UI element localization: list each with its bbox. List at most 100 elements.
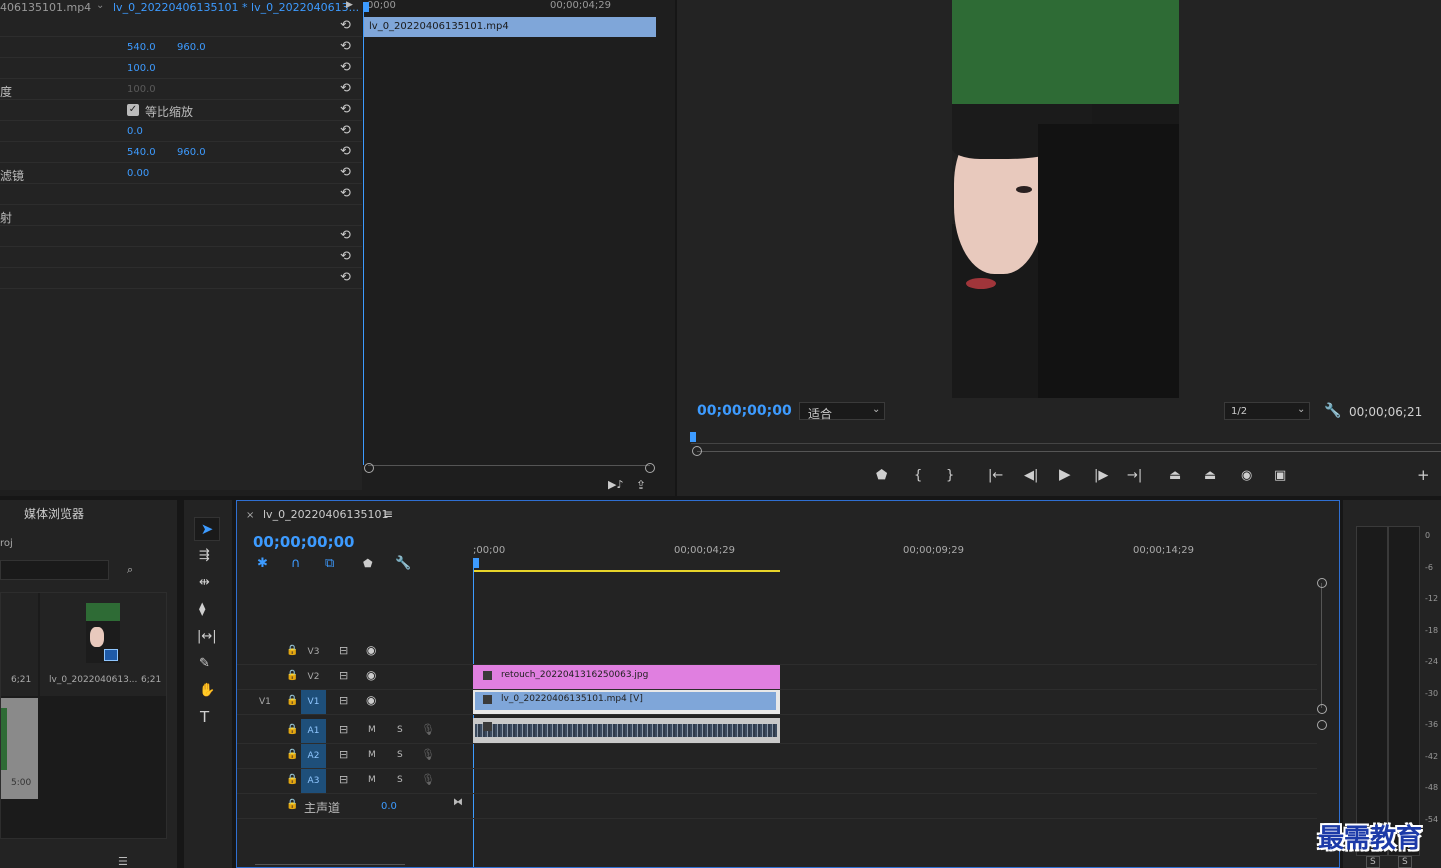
search-input[interactable] xyxy=(0,560,109,580)
media-item[interactable]: 5:00 xyxy=(1,698,38,799)
work-area-bar[interactable] xyxy=(473,570,780,572)
reset-icon[interactable]: ⟲ xyxy=(340,102,351,117)
track-select-tool-icon[interactable]: ⇶ xyxy=(199,549,210,562)
eye-icon[interactable]: ◉ xyxy=(366,668,376,682)
reset-icon[interactable]: ⟲ xyxy=(340,81,351,96)
selection-tool-icon[interactable]: ➤ xyxy=(194,517,220,541)
sync-lock-icon[interactable]: ⊟ xyxy=(339,694,348,707)
lock-icon[interactable]: 🔒 xyxy=(286,645,298,656)
timeline-ruler[interactable]: ;00;00 00;00;04;29 00;00;09;29 00;00;14;… xyxy=(473,545,1317,573)
property-value[interactable]: 100.0 xyxy=(127,63,156,74)
lock-icon[interactable]: 🔒 xyxy=(286,670,298,681)
program-zoom-bar[interactable] xyxy=(697,451,1441,452)
property-value[interactable]: 0.0 xyxy=(127,126,143,137)
effect-clip-bar[interactable]: lv_0_20220406135101.mp4 xyxy=(364,17,656,37)
lock-icon[interactable]: 🔒 xyxy=(286,749,298,760)
play-only-clip-icon[interactable]: ▶ xyxy=(346,0,353,10)
wrench-icon[interactable]: 🔧 xyxy=(1324,403,1341,419)
tab-media-browser[interactable]: 媒体浏览器 xyxy=(24,505,84,522)
sync-lock-icon[interactable]: ⊟ xyxy=(339,669,348,682)
eye-icon[interactable]: ◉ xyxy=(366,643,376,657)
add-button-icon[interactable]: + xyxy=(1417,468,1430,483)
lock-icon[interactable]: 🔒 xyxy=(286,724,298,735)
timeline-hscroll[interactable] xyxy=(255,864,405,865)
track-name[interactable]: V3 xyxy=(301,640,326,664)
lift-icon[interactable]: ⏏ xyxy=(1169,469,1181,482)
tab-sequence-clip[interactable]: lv_0_20220406135101 * lv_0_2022040613... xyxy=(113,1,359,14)
snap-icon[interactable]: ∩ xyxy=(291,556,301,571)
add-marker-icon[interactable]: ⬟ xyxy=(876,469,887,482)
program-playhead[interactable] xyxy=(690,432,696,442)
reset-icon[interactable]: ⟲ xyxy=(340,270,351,285)
mark-in-icon[interactable]: { xyxy=(914,469,922,482)
vscroll-handle-top[interactable] xyxy=(1317,720,1327,730)
reset-icon[interactable]: ⟲ xyxy=(340,39,351,54)
clip-v2-image[interactable]: retouch_2022041316250063.jpg xyxy=(473,665,780,689)
uniform-scale-checkbox[interactable]: ✓ xyxy=(127,104,139,116)
nest-icon[interactable]: ✱ xyxy=(257,556,268,571)
timeline-timecode[interactable]: 00;00;00;00 xyxy=(253,533,355,551)
pen-tool-icon[interactable]: ✎ xyxy=(199,657,210,670)
reset-icon[interactable]: ⟲ xyxy=(340,249,351,264)
settings-wrench-icon[interactable]: 🔧 xyxy=(395,556,411,571)
master-volume[interactable]: 0.0 xyxy=(381,801,397,812)
mute-button[interactable]: M xyxy=(368,750,376,760)
reset-icon[interactable]: ⟲ xyxy=(340,186,351,201)
close-icon[interactable]: × xyxy=(246,510,254,521)
reset-icon[interactable]: ⟲ xyxy=(340,144,351,159)
solo-button[interactable]: S xyxy=(397,775,403,785)
hand-tool-icon[interactable]: ✋ xyxy=(199,684,215,697)
vscroll-handle-top[interactable] xyxy=(1317,578,1327,588)
property-value[interactable]: 0.00 xyxy=(127,168,149,179)
track-name[interactable]: A2 xyxy=(301,744,326,768)
timeline-vscroll[interactable] xyxy=(1321,583,1322,708)
add-marker-icon[interactable]: ⬟ xyxy=(363,557,373,570)
media-item[interactable]: 6;21 xyxy=(1,593,38,696)
go-to-end-icon[interactable]: ⧓ xyxy=(453,797,463,808)
tab-source-clip[interactable]: 406135101.mp4 xyxy=(0,1,91,14)
slip-tool-icon[interactable]: |↔| xyxy=(197,630,217,643)
track-name[interactable]: A3 xyxy=(301,769,326,793)
program-ruler[interactable] xyxy=(691,432,1441,444)
reset-icon[interactable]: ⟲ xyxy=(340,123,351,138)
voiceover-mic-icon[interactable]: 🎙 xyxy=(421,773,435,786)
reset-icon[interactable]: ⟲ xyxy=(340,60,351,75)
lock-icon[interactable]: 🔒 xyxy=(286,799,298,810)
filter-audio-icon[interactable]: ▶♪ xyxy=(608,478,623,491)
zoom-scrollbar[interactable] xyxy=(368,465,650,471)
reset-icon[interactable]: ⟲ xyxy=(340,18,351,33)
playhead-timecode[interactable]: 00;00;00;00 xyxy=(697,403,792,419)
solo-button[interactable]: S xyxy=(397,725,403,735)
property-value[interactable]: 100.0 xyxy=(127,84,156,95)
property-value[interactable]: 960.0 xyxy=(177,42,206,53)
hamburger-icon[interactable]: ≡ xyxy=(383,507,393,521)
zoom-handle-left[interactable] xyxy=(692,446,702,456)
camera-icon[interactable]: ◉ xyxy=(1241,469,1252,482)
reset-icon[interactable]: ⟲ xyxy=(340,228,351,243)
fit-select[interactable]: 适合 ⌄ xyxy=(799,402,885,421)
eye-icon[interactable]: ◉ xyxy=(366,693,376,707)
reset-icon[interactable]: ⟲ xyxy=(340,165,351,180)
step-back-icon[interactable]: ◀| xyxy=(1024,469,1038,482)
play-icon[interactable]: ▶ xyxy=(1059,467,1071,482)
voiceover-mic-icon[interactable]: 🎙 xyxy=(421,748,435,761)
solo-right-button[interactable]: S xyxy=(1398,856,1412,868)
solo-left-button[interactable]: S xyxy=(1366,856,1380,868)
resolution-select[interactable]: 1/2 ⌄ xyxy=(1224,402,1310,420)
mute-button[interactable]: M xyxy=(368,725,376,735)
vscroll-handle-bottom[interactable] xyxy=(1317,704,1327,714)
lock-icon[interactable]: 🔒 xyxy=(286,695,298,706)
go-to-out-icon[interactable]: →| xyxy=(1127,469,1142,482)
chevron-down-icon[interactable]: ⌄ xyxy=(96,0,104,11)
track-name[interactable]: A1 xyxy=(301,719,326,743)
lock-icon[interactable]: 🔒 xyxy=(286,774,298,785)
type-tool-icon[interactable]: T xyxy=(200,710,209,725)
property-value[interactable]: 540.0 xyxy=(127,42,156,53)
sync-lock-icon[interactable]: ⊟ xyxy=(339,748,348,761)
sequence-tab[interactable]: lv_0_20220406135101 xyxy=(263,508,389,521)
scroll-handle-left[interactable] xyxy=(364,463,374,473)
voiceover-mic-icon[interactable]: 🎙 xyxy=(421,723,435,736)
extract-icon[interactable]: ⏏ xyxy=(1204,469,1216,482)
mark-out-icon[interactable]: } xyxy=(946,469,954,482)
property-value[interactable]: 540.0 xyxy=(127,147,156,158)
